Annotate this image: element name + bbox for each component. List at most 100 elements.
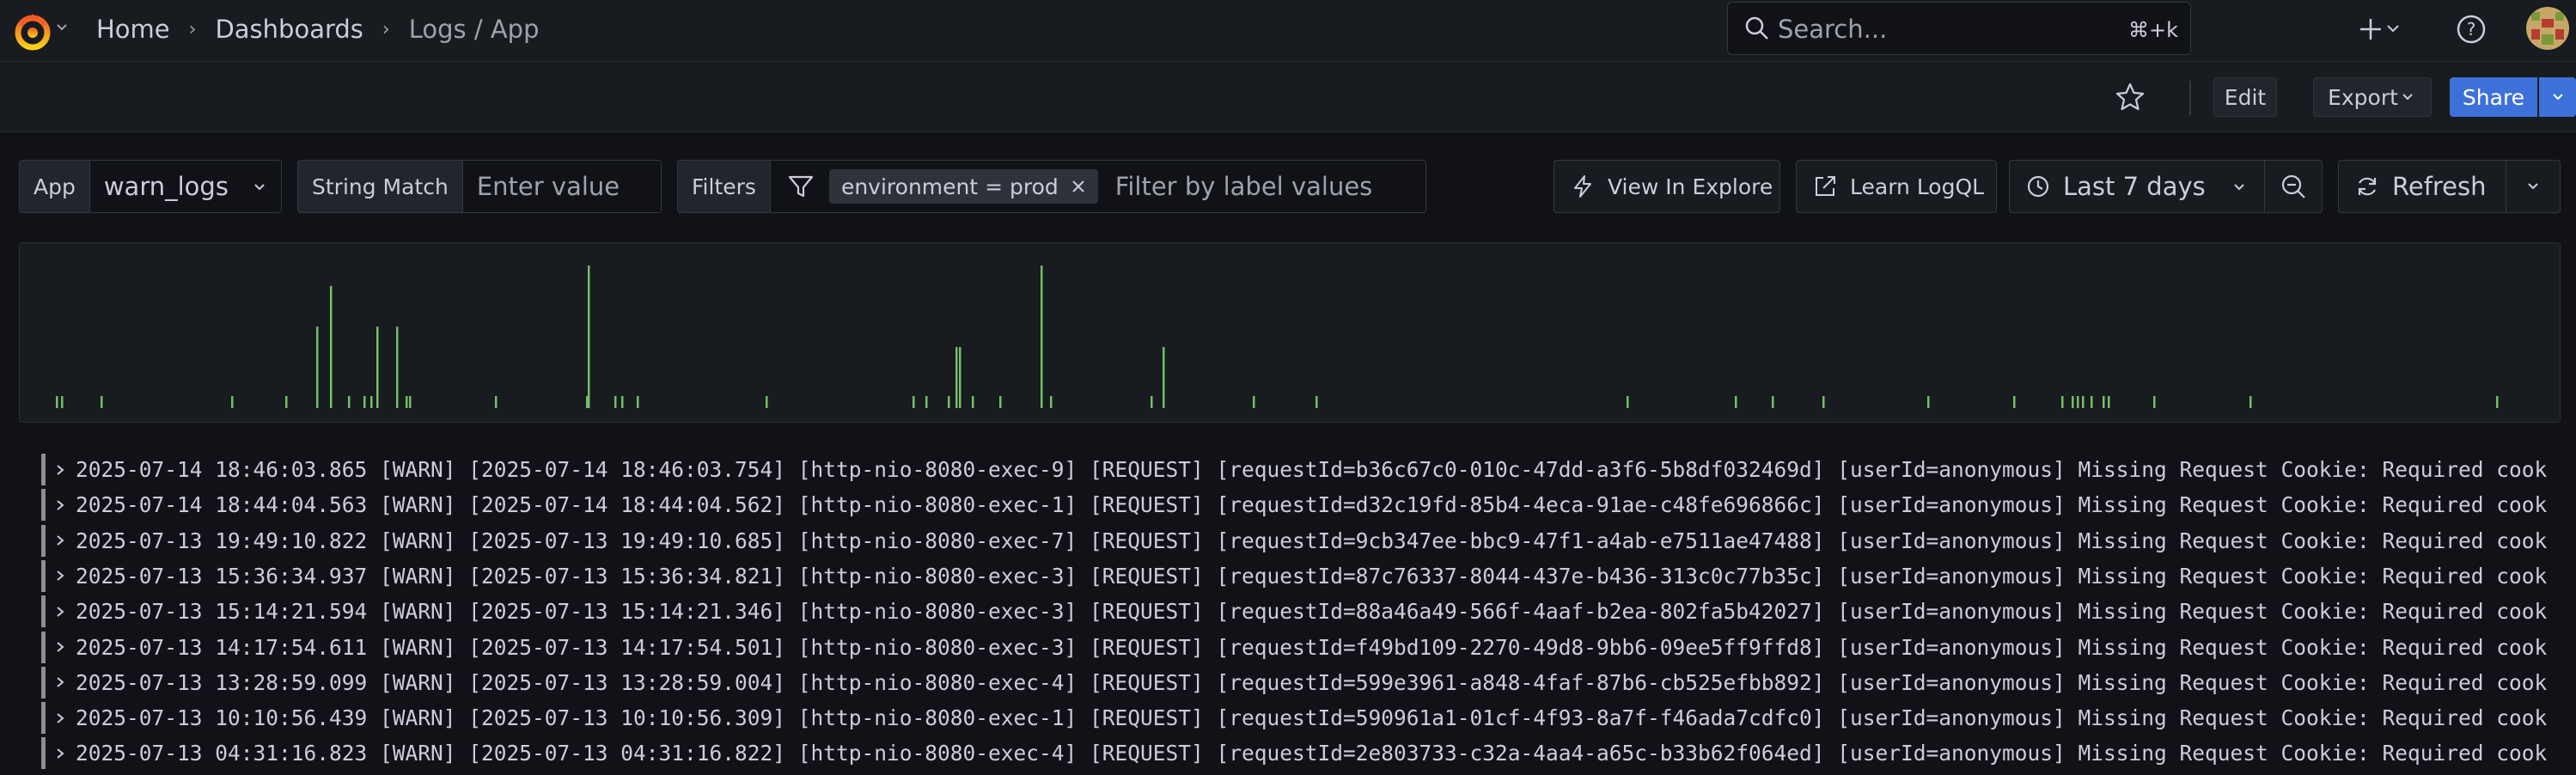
learn-logql-button[interactable]: Learn LogQL	[1796, 160, 1997, 213]
string-match-input[interactable]: Enter value	[462, 161, 661, 212]
histogram-bar	[376, 326, 379, 408]
histogram-bar	[285, 396, 288, 408]
breadcrumb-dashboards[interactable]: Dashboards	[215, 15, 363, 44]
log-level-indicator	[41, 666, 46, 699]
histogram-bar	[56, 396, 58, 408]
star-icon[interactable]	[2112, 79, 2148, 115]
histogram-bar	[61, 396, 64, 408]
search-icon	[1743, 15, 1771, 42]
histogram-bar	[330, 285, 333, 408]
chevron-right-icon[interactable]	[53, 498, 67, 512]
histogram-bar	[409, 396, 412, 408]
chevron-right-icon[interactable]	[53, 534, 67, 547]
histogram-bar	[637, 396, 639, 408]
log-row[interactable]: 2025-07-14 18:46:03.865 [WARN] [2025-07-…	[41, 452, 2549, 487]
log-row[interactable]: 2025-07-13 19:49:10.822 [WARN] [2025-07-…	[41, 523, 2549, 558]
log-row[interactable]: 2025-07-13 14:17:54.611 [WARN] [2025-07-…	[41, 630, 2549, 665]
search-placeholder: Search...	[1778, 15, 1888, 44]
clock-icon	[2027, 175, 2049, 198]
filter-icon	[788, 175, 814, 198]
histogram-bar	[925, 396, 928, 408]
help-icon[interactable]: ?	[2454, 12, 2488, 46]
chevron-right-icon: ›	[382, 18, 390, 40]
view-in-explore-button[interactable]: View In Explore	[1554, 160, 1780, 213]
search-shortcut: ⌘+k	[2127, 18, 2178, 42]
histogram-bar	[2013, 396, 2016, 408]
histogram-bar	[363, 396, 366, 408]
histogram-bar	[1151, 396, 1153, 408]
export-button[interactable]: Export	[2313, 77, 2432, 117]
chevron-right-icon[interactable]	[53, 711, 67, 725]
log-line-text: 2025-07-13 10:10:56.439 [WARN] [2025-07-…	[76, 705, 2549, 731]
chevron-right-icon[interactable]	[53, 463, 67, 477]
chevron-down-icon[interactable]	[55, 21, 69, 34]
export-label: Export	[2328, 84, 2398, 110]
histogram-bar	[2496, 396, 2499, 408]
close-icon	[1072, 180, 1084, 192]
log-row[interactable]: 2025-07-14 18:44:04.563 [WARN] [2025-07-…	[41, 487, 2549, 522]
histogram-bar	[2153, 396, 2156, 408]
chevron-right-icon[interactable]	[53, 747, 67, 760]
new-button[interactable]	[2350, 10, 2410, 48]
histogram-bar	[766, 396, 768, 408]
log-row[interactable]: 2025-07-13 10:10:56.439 [WARN] [2025-07-…	[41, 700, 2549, 735]
log-row[interactable]: 2025-07-13 15:36:34.937 [WARN] [2025-07-…	[41, 558, 2549, 594]
log-row[interactable]: 2025-07-13 15:14:21.594 [WARN] [2025-07-…	[41, 594, 2549, 629]
log-line-text: 2025-07-13 04:31:16.823 [WARN] [2025-07-…	[76, 741, 2549, 766]
log-line-text: 2025-07-13 13:28:59.099 [WARN] [2025-07-…	[76, 669, 2549, 695]
histogram-bar	[2082, 396, 2085, 408]
chevron-down-icon	[2528, 183, 2538, 190]
breadcrumb: Home › Dashboards › Logs / App	[96, 12, 540, 46]
refresh-interval-picker[interactable]	[2506, 160, 2561, 213]
search-input[interactable]: Search... ⌘+k	[1727, 2, 2191, 55]
zoom-out-button[interactable]	[2264, 160, 2323, 213]
filter-input-placeholder[interactable]: Filter by label values	[1115, 172, 1373, 201]
external-link-icon	[1816, 176, 1835, 196]
filters-field[interactable]: environment = prod Filter by label value…	[770, 161, 1425, 212]
log-row[interactable]: 2025-07-13 04:31:16.823 [WARN] [2025-07-…	[41, 735, 2549, 771]
log-level-indicator	[41, 737, 46, 770]
log-line-text: 2025-07-14 18:46:03.865 [WARN] [2025-07-…	[76, 457, 2549, 482]
log-level-indicator	[41, 489, 46, 522]
histogram-bar	[2103, 396, 2105, 408]
chevron-right-icon[interactable]	[53, 569, 67, 583]
histogram-bar	[1927, 396, 1930, 408]
chevron-right-icon: ›	[188, 18, 197, 40]
chevron-right-icon[interactable]	[53, 675, 67, 689]
breadcrumb-current: Logs / App	[408, 15, 540, 44]
breadcrumb-home[interactable]: Home	[96, 15, 170, 44]
histogram-bar	[1163, 346, 1165, 408]
histogram-bar	[1315, 396, 1318, 408]
histogram-bar	[396, 326, 399, 408]
lightning-icon	[1574, 175, 1591, 198]
chevron-right-icon[interactable]	[53, 605, 67, 619]
app-variable-label: App	[20, 161, 90, 212]
refresh-button[interactable]: Refresh	[2338, 160, 2506, 213]
log-level-indicator	[41, 524, 46, 557]
learn-logql-label: Learn LogQL	[1850, 174, 1985, 199]
filter-chip[interactable]: environment = prod	[828, 169, 1098, 204]
histogram-bar	[2077, 396, 2079, 408]
histogram-bar	[999, 396, 1002, 408]
histogram-bar	[2249, 396, 2252, 408]
string-match-variable: String Match Enter value	[297, 160, 662, 213]
grafana-logo-icon[interactable]	[12, 10, 53, 52]
time-range-picker[interactable]: Last 7 days	[2009, 160, 2265, 213]
edit-button[interactable]: Edit	[2213, 77, 2277, 117]
histogram-bar	[955, 346, 958, 408]
top-nav-bar: Home › Dashboards › Logs / App Search...…	[0, 0, 2576, 62]
share-button[interactable]: Share	[2450, 77, 2537, 117]
histogram-bar	[231, 396, 234, 408]
log-line-text: 2025-07-13 15:14:21.594 [WARN] [2025-07-…	[76, 599, 2549, 625]
share-options-button[interactable]	[2539, 77, 2576, 117]
avatar[interactable]	[2526, 7, 2569, 50]
histogram-bar	[1050, 396, 1053, 408]
chevron-right-icon[interactable]	[53, 640, 67, 654]
histogram-bar	[1253, 396, 1255, 408]
histogram-bar	[1822, 396, 1825, 408]
histogram-chart	[56, 265, 2499, 408]
app-variable-select[interactable]: warn_logs	[89, 161, 281, 212]
svg-text:?: ?	[2467, 19, 2476, 40]
log-row[interactable]: 2025-07-13 13:28:59.099 [WARN] [2025-07-…	[41, 665, 2549, 700]
log-level-indicator	[41, 454, 46, 485]
